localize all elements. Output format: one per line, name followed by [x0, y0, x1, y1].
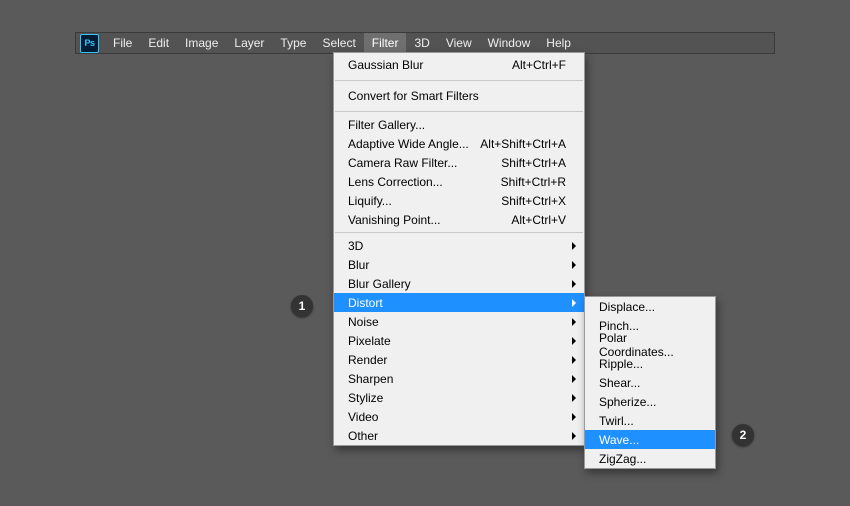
- menu-item-label: Lens Correction...: [348, 175, 501, 189]
- menu-separator: [335, 111, 583, 112]
- menu-item-video[interactable]: Video: [334, 407, 584, 426]
- menu-item-label: Filter Gallery...: [348, 118, 566, 132]
- menu-item-label: Liquify...: [348, 194, 501, 208]
- menu-item-blur-gallery[interactable]: Blur Gallery: [334, 274, 584, 293]
- submenu-arrow-icon: [572, 299, 576, 307]
- menu-item-shortcut: Shift+Ctrl+A: [501, 156, 566, 170]
- submenu-arrow-icon: [572, 413, 576, 421]
- menu-item-label: Adaptive Wide Angle...: [348, 137, 480, 151]
- filter-menu-dropdown: Gaussian Blur Alt+Ctrl+F Convert for Sma…: [333, 52, 585, 446]
- menu-item-sharpen[interactable]: Sharpen: [334, 369, 584, 388]
- menu-item-other[interactable]: Other: [334, 426, 584, 445]
- menu-item[interactable]: Camera Raw Filter...Shift+Ctrl+A: [334, 153, 584, 172]
- menu-item-label: Render: [348, 353, 566, 367]
- menu-bar: Ps FileEditImageLayerTypeSelectFilter3DV…: [75, 32, 775, 54]
- submenu-arrow-icon: [572, 375, 576, 383]
- menu-item-label: Gaussian Blur: [348, 58, 512, 72]
- submenu-item-shear-[interactable]: Shear...: [585, 373, 715, 392]
- menu-item-label: Vanishing Point...: [348, 213, 511, 227]
- menu-item-convert-smart[interactable]: Convert for Smart Filters: [334, 84, 584, 108]
- submenu-arrow-icon: [572, 261, 576, 269]
- app-logo-icon: Ps: [80, 34, 99, 53]
- submenu-item-wave-[interactable]: Wave...: [585, 430, 715, 449]
- menu-item-render[interactable]: Render: [334, 350, 584, 369]
- submenu-item-spherize-[interactable]: Spherize...: [585, 392, 715, 411]
- menu-filter[interactable]: Filter: [364, 33, 407, 53]
- menu-item-label: Stylize: [348, 391, 566, 405]
- menu-item-label: Sharpen: [348, 372, 566, 386]
- menu-edit[interactable]: Edit: [140, 33, 177, 53]
- menu-layer[interactable]: Layer: [226, 33, 272, 53]
- menu-help[interactable]: Help: [538, 33, 579, 53]
- menu-item-blur[interactable]: Blur: [334, 255, 584, 274]
- menu-item-last-filter[interactable]: Gaussian Blur Alt+Ctrl+F: [334, 53, 584, 77]
- menu-item-label: Video: [348, 410, 566, 424]
- menu-item-noise[interactable]: Noise: [334, 312, 584, 331]
- menu-item-label: Pixelate: [348, 334, 566, 348]
- menu-separator: [335, 80, 583, 81]
- menu-item-label: Noise: [348, 315, 566, 329]
- menu-image[interactable]: Image: [177, 33, 226, 53]
- menu-item-label: Distort: [348, 296, 566, 310]
- menu-item-label: 3D: [348, 239, 566, 253]
- submenu-arrow-icon: [572, 432, 576, 440]
- submenu-arrow-icon: [572, 337, 576, 345]
- menu-item-label: Blur: [348, 258, 566, 272]
- submenu-arrow-icon: [572, 242, 576, 250]
- menu-item-shortcut: Shift+Ctrl+X: [501, 194, 566, 208]
- menu-item-shortcut: Alt+Shift+Ctrl+A: [480, 137, 566, 151]
- submenu-arrow-icon: [572, 356, 576, 364]
- menu-view[interactable]: View: [438, 33, 480, 53]
- menu-item-shortcut: Alt+Ctrl+V: [511, 213, 566, 227]
- menu-3d[interactable]: 3D: [406, 33, 437, 53]
- menu-window[interactable]: Window: [480, 33, 539, 53]
- submenu-arrow-icon: [572, 318, 576, 326]
- menu-item-stylize[interactable]: Stylize: [334, 388, 584, 407]
- distort-submenu: Displace...Pinch...Polar Coordinates...R…: [584, 296, 716, 469]
- annotation-callout-1: 1: [291, 295, 313, 317]
- menu-item-3d[interactable]: 3D: [334, 236, 584, 255]
- menu-file[interactable]: File: [105, 33, 140, 53]
- menu-item-label: Camera Raw Filter...: [348, 156, 501, 170]
- menu-item-label: Other: [348, 429, 566, 443]
- menu-separator: [335, 232, 583, 233]
- menu-item[interactable]: Vanishing Point...Alt+Ctrl+V: [334, 210, 584, 229]
- submenu-item-twirl-[interactable]: Twirl...: [585, 411, 715, 430]
- submenu-arrow-icon: [572, 280, 576, 288]
- submenu-item-polar-coordinates-[interactable]: Polar Coordinates...: [585, 335, 715, 354]
- menu-item[interactable]: Filter Gallery...: [334, 115, 584, 134]
- menu-item-label: Convert for Smart Filters: [348, 89, 566, 103]
- menu-item-label: Blur Gallery: [348, 277, 566, 291]
- menu-select[interactable]: Select: [314, 33, 363, 53]
- menu-item[interactable]: Lens Correction...Shift+Ctrl+R: [334, 172, 584, 191]
- menu-item[interactable]: Adaptive Wide Angle...Alt+Shift+Ctrl+A: [334, 134, 584, 153]
- submenu-arrow-icon: [572, 394, 576, 402]
- menu-item-distort[interactable]: Distort: [334, 293, 584, 312]
- menu-type[interactable]: Type: [272, 33, 314, 53]
- annotation-callout-2: 2: [732, 424, 754, 446]
- menu-item-pixelate[interactable]: Pixelate: [334, 331, 584, 350]
- submenu-item-displace-[interactable]: Displace...: [585, 297, 715, 316]
- menu-item-shortcut: Alt+Ctrl+F: [512, 58, 566, 72]
- menu-item-shortcut: Shift+Ctrl+R: [501, 175, 566, 189]
- menu-item[interactable]: Liquify...Shift+Ctrl+X: [334, 191, 584, 210]
- submenu-item-zigzag-[interactable]: ZigZag...: [585, 449, 715, 468]
